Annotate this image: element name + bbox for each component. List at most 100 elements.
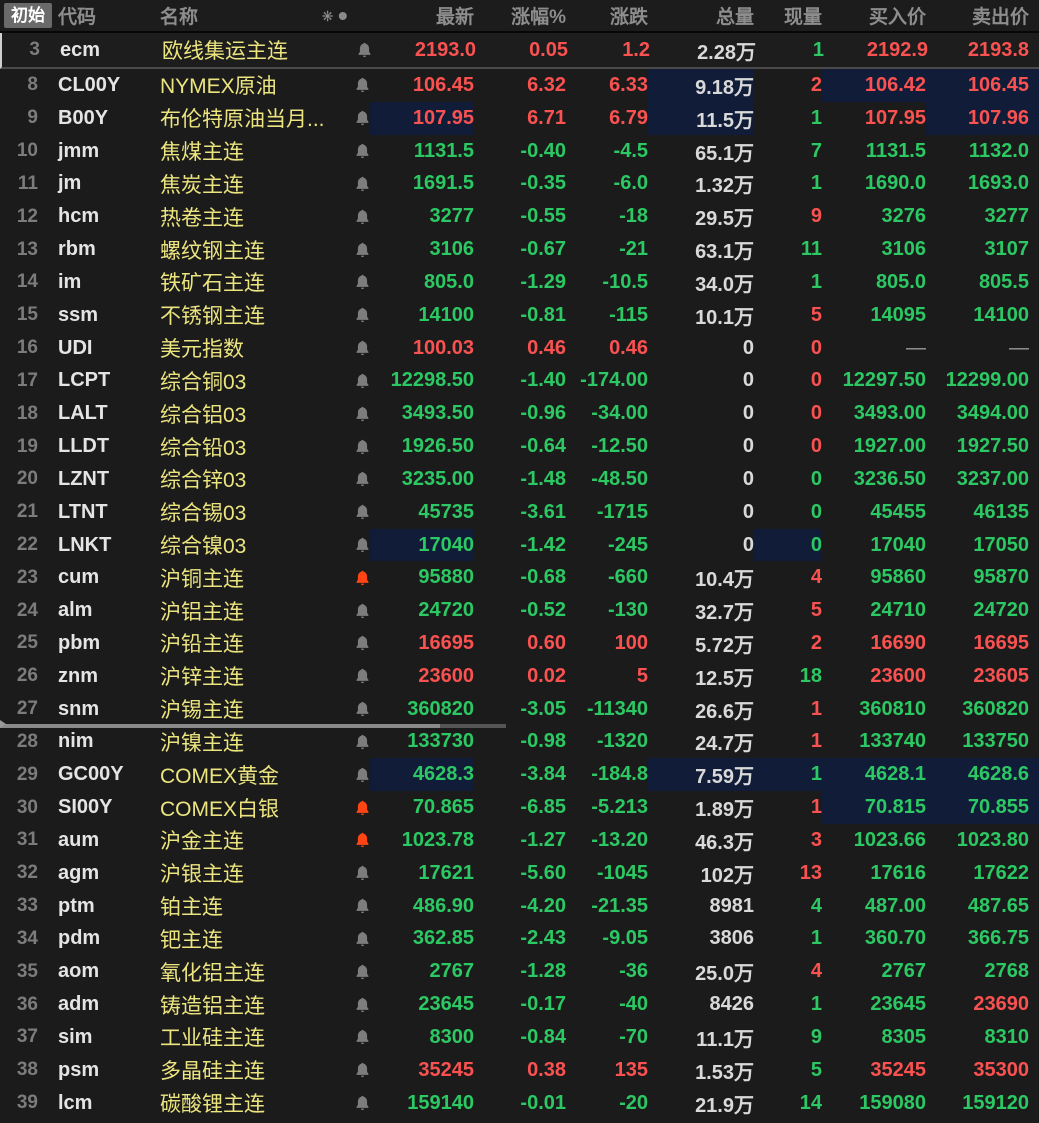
column-header-total-volume[interactable]: 总量 [648,2,754,29]
symbol-code: im [58,270,82,293]
table-row[interactable]: 12 hcm 热卷主连 3277 -0.55 -18 29.5万 9 3276 … [0,200,1039,234]
current-volume: 1 [810,106,822,129]
table-row[interactable]: 25 pbm 沪铅主连 16695 0.60 100 5.72万 2 16690… [0,627,1039,660]
alert-bell-icon[interactable] [338,430,370,463]
alert-bell-icon[interactable] [338,332,370,365]
change-value: -21 [619,238,648,261]
alert-bell-icon[interactable] [338,726,370,759]
alert-bell-icon[interactable] [338,167,370,200]
alert-bell-icon[interactable] [338,200,370,233]
table-row[interactable]: 15 ssm 不锈钢主连 14100 -0.81 -115 10.1万 5 14… [0,298,1039,332]
column-header-code[interactable]: 代码 [38,2,138,29]
alert-bell-icon[interactable] [338,266,370,299]
table-row[interactable]: 32 agm 沪银主连 17621 -5.60 -1045 102万 13 17… [0,856,1039,890]
tab-initial[interactable]: 初始 [4,3,52,28]
alert-bell-icon[interactable] [340,33,372,67]
table-row[interactable]: 10 jmm 焦煤主连 1131.5 -0.40 -4.5 65.1万 7 11… [0,134,1039,168]
column-header-change-percent[interactable]: 涨幅% [474,2,566,29]
alert-bell-icon[interactable] [338,561,370,594]
table-row[interactable]: 13 rbm 螺纹钢主连 3106 -0.67 -21 63.1万 11 310… [0,233,1039,266]
alert-bell-icon[interactable] [338,135,370,168]
alert-bell-icon[interactable] [338,69,370,102]
alert-bell-icon[interactable] [338,758,370,791]
pane-splitter-handle[interactable] [0,719,506,728]
table-row[interactable]: 3 ecm 欧线集运主连 2193.0 0.05 1.2 2.28万 1 219… [0,33,1039,69]
alert-bell-icon[interactable] [338,791,370,824]
column-header-name[interactable]: 名称 [138,2,338,29]
change-percent: -0.52 [520,599,566,622]
alert-bell-icon[interactable] [338,529,370,562]
table-row[interactable]: 17 LCPT 综合铜03 12298.50 -1.40 -174.00 0 0… [0,364,1039,398]
alert-bell-icon[interactable] [338,890,370,923]
alert-bell-icon[interactable] [338,660,370,693]
alert-bell-icon[interactable] [338,102,370,135]
symbol-code: LCPT [58,369,111,392]
ask-price: 12299.00 [945,369,1029,392]
row-number: 15 [16,304,38,326]
column-header-ask-price[interactable]: 卖出价 [926,2,1039,29]
column-header-bid-price[interactable]: 买入价 [822,2,926,29]
alert-bell-icon[interactable] [338,299,370,332]
alert-bell-icon[interactable] [338,923,370,956]
alert-bell-icon[interactable] [338,857,370,890]
table-row[interactable]: 35 aom 氧化铝主连 2767 -1.28 -36 25.0万 4 2767… [0,955,1039,989]
alert-bell-icon[interactable] [338,463,370,496]
table-row[interactable]: 28 nim 沪镍主连 133730 -0.98 -1320 24.7万 1 1… [0,725,1039,759]
alert-bell-icon[interactable] [338,824,370,857]
table-row[interactable]: 9 B00Y 布伦特原油当月... 107.95 6.71 6.79 11.5万… [0,101,1039,135]
alert-bell-icon[interactable] [338,364,370,397]
table-row[interactable]: 26 znm 沪锌主连 23600 0.02 5 12.5万 18 23600 … [0,659,1039,693]
table-row[interactable]: 11 jm 焦炭主连 1691.5 -0.35 -6.0 1.32万 1 169… [0,167,1039,201]
alert-bell-icon[interactable] [338,397,370,430]
table-row[interactable]: 23 cum 沪铜主连 95880 -0.68 -660 10.4万 4 958… [0,561,1039,595]
table-row[interactable]: 24 alm 沪铝主连 24720 -0.52 -130 32.7万 5 247… [0,594,1039,628]
alert-bell-icon[interactable] [338,988,370,1021]
table-row[interactable]: 33 ptm 铂主连 486.90 -4.20 -21.35 8981 4 48… [0,889,1039,923]
table-row[interactable]: 16 UDI 美元指数 100.03 0.46 0.46 0 0 — — [0,331,1039,365]
alert-bell-icon[interactable] [338,1021,370,1054]
alert-bell-icon[interactable] [338,627,370,660]
table-row[interactable]: 27 snm 沪锡主连 360820 -3.05 -11340 26.6万 1 … [0,692,1039,728]
last-price: 805.0 [423,270,474,293]
table-row[interactable]: 19 LLDT 综合铅03 1926.50 -0.64 -12.50 0 0 1… [0,430,1039,463]
total-volume: 24.7万 [695,733,754,756]
alert-bell-icon[interactable] [338,233,370,266]
table-row[interactable]: 38 psm 多晶硅主连 35245 0.38 135 1.53万 5 3524… [0,1053,1039,1087]
bid-price: 4628.1 [822,758,926,792]
ask-price: 1927.50 [956,435,1029,458]
bid-price: 360.70 [864,927,926,950]
symbol-name: 工业硅主连 [160,1027,265,1051]
current-volume: 1 [810,172,822,195]
table-row[interactable]: 22 LNKT 综合镍03 17040 -1.42 -245 0 0 17040… [0,528,1039,562]
change-value: -10.5 [602,270,648,293]
last-price: 107.95 [370,101,474,135]
last-price: 2193.0 [414,38,476,61]
table-row[interactable]: 39 lcm 碳酸锂主连 159140 -0.01 -20 21.9万 14 1… [0,1086,1039,1120]
alert-bell-icon[interactable] [338,693,370,726]
column-header-change[interactable]: 涨跌 [566,2,648,29]
alert-bell-icon[interactable] [338,955,370,988]
table-row[interactable]: 18 LALT 综合铝03 3493.50 -0.96 -34.00 0 0 3… [0,397,1039,431]
change-value: -174.00 [580,369,648,392]
alert-bell-icon[interactable] [338,1087,370,1120]
table-row[interactable]: 36 adm 铸造铝主连 23645 -0.17 -40 8426 1 2364… [0,988,1039,1022]
alert-bell-icon[interactable] [338,1054,370,1087]
table-row[interactable]: 30 SI00Y COMEX白银 70.865 -6.85 -5.213 1.8… [0,791,1039,825]
alert-bell-icon[interactable] [338,594,370,627]
change-value: 6.79 [609,106,648,129]
table-row[interactable]: 37 sim 工业硅主连 8300 -0.84 -70 11.1万 9 8305… [0,1021,1039,1054]
column-header-last[interactable]: 最新 [370,2,474,29]
table-row[interactable]: 31 aum 沪金主连 1023.78 -1.27 -13.20 46.3万 3… [0,824,1039,857]
change-percent: -5.60 [520,861,566,884]
change-percent: 6.71 [527,106,566,129]
table-row[interactable]: 8 CL00Y NYMEX原油 106.45 6.32 6.33 9.18万 2… [0,69,1039,102]
table-row[interactable]: 21 LTNT 综合锡03 45735 -3.61 -1715 0 0 4545… [0,495,1039,529]
table-row[interactable]: 34 pdm 钯主连 362.85 -2.43 -9.05 3806 1 360… [0,922,1039,956]
bid-price: 35245 [870,1058,926,1081]
table-row[interactable]: 20 LZNT 综合锌03 3235.00 -1.48 -48.50 0 0 3… [0,462,1039,496]
alert-bell-icon[interactable] [338,496,370,529]
table-row[interactable]: 14 im 铁矿石主连 805.0 -1.29 -10.5 34.0万 1 80… [0,265,1039,299]
column-header-current-volume[interactable]: 现量 [754,2,822,29]
sun-dot-icon[interactable] [322,9,354,23]
table-row[interactable]: 29 GC00Y COMEX黄金 4628.3 -3.84 -184.8 7.5… [0,758,1039,792]
